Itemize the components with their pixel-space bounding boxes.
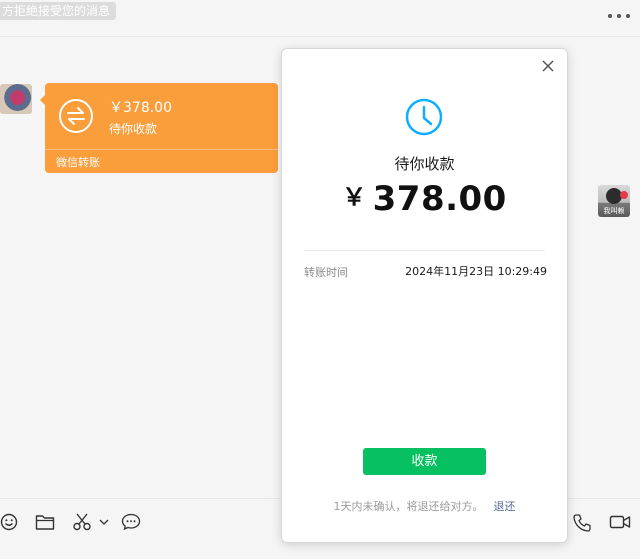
return-note-text: 1天内未确认，将退还给对方。 [333,500,484,513]
receive-button[interactable]: 收款 [363,448,486,475]
more-icon[interactable] [608,12,630,20]
transfer-amount-large: ￥ 378.00 [282,177,567,219]
transfer-time-label: 转账时间 [304,266,348,279]
transfer-arrows-icon [59,99,93,133]
video-icon[interactable] [609,513,631,531]
transfer-footer: 微信转账 [56,156,100,169]
chat-header: 方拒绝接受您的消息 [0,0,640,37]
transfer-status-title: 待你收款 [394,155,455,173]
transfer-message[interactable]: ￥378.00 待你收款 微信转账 [40,83,278,173]
return-note: 1天内未确认，将退还给对方。 退还 [282,498,567,514]
clock-icon [405,98,443,136]
amount-value: 378.00 [372,179,507,219]
transfer-detail-dialog: 待你收款 ￥ 378.00 转账时间 2024年11月23日 10:29:49 收… [281,48,568,543]
rejection-notice: 方拒绝接受您的消息 [0,2,117,20]
transfer-status: 待你收款 [109,122,158,136]
bubble-divider [45,149,278,150]
contact-avatar[interactable] [0,84,32,114]
avatar-caption: 我叫赖 [603,207,625,215]
transfer-amount: ￥378.00 [109,100,172,116]
close-icon[interactable] [541,59,555,73]
scissors-icon[interactable] [72,513,92,531]
chevron-down-icon[interactable] [99,519,109,526]
transfer-time-value: 2024年11月23日 10:29:49 [405,265,547,278]
emoji-icon[interactable] [0,513,18,531]
return-link[interactable]: 退还 [494,500,516,513]
dialog-divider [304,250,545,251]
chat-bubble-icon[interactable] [121,513,141,531]
currency-symbol: ￥ [342,183,367,211]
folder-icon[interactable] [35,513,55,531]
my-avatar[interactable]: 我叫赖 [598,185,630,217]
phone-icon[interactable] [572,513,592,533]
